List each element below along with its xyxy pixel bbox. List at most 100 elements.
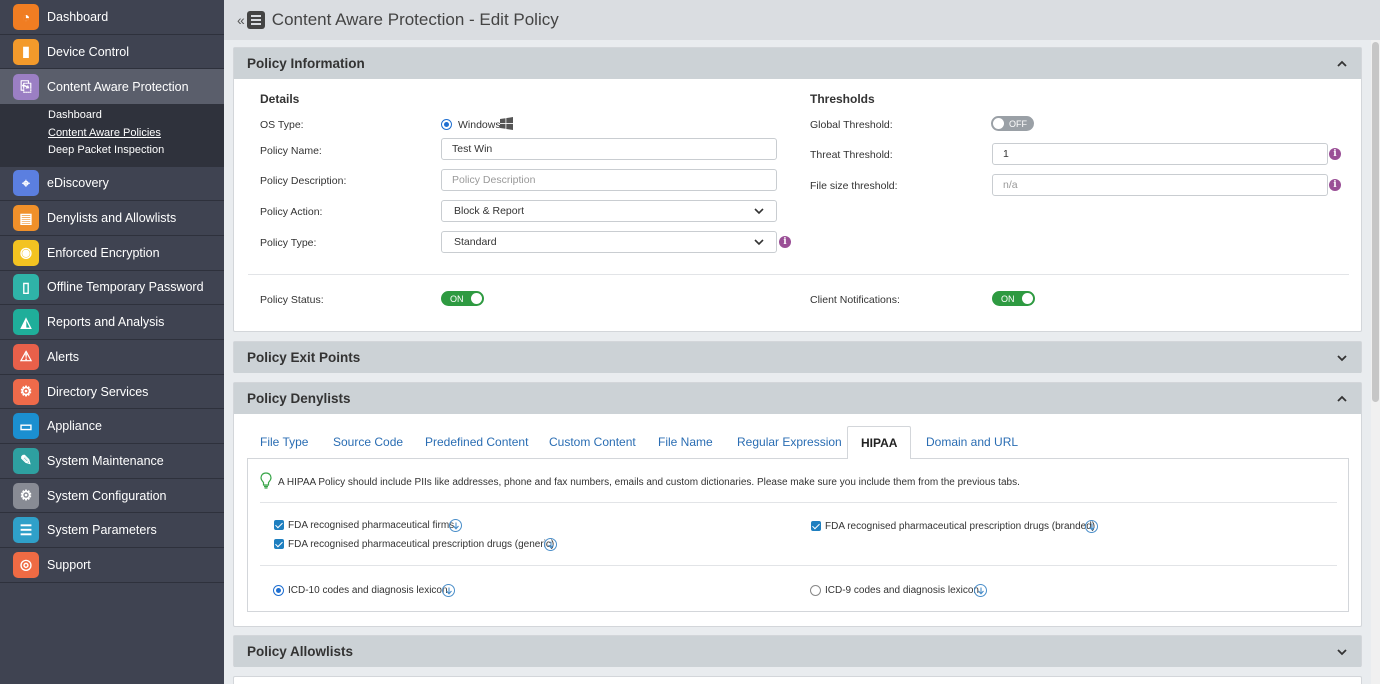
sidebar-item-alerts[interactable]: ⚠ Alerts xyxy=(0,340,224,375)
appliance-icon: ▭ xyxy=(13,413,39,440)
checkbox-fda-branded[interactable] xyxy=(811,521,821,531)
tab-source-code[interactable]: Source Code xyxy=(320,426,416,458)
encryption-icon: ◉ xyxy=(13,239,39,266)
chevron-down-icon[interactable] xyxy=(1335,351,1349,365)
alerts-icon: ⚠ xyxy=(13,343,39,370)
lightbulb-icon xyxy=(260,472,272,489)
toggle-state: OFF xyxy=(1009,118,1027,129)
sidebar-item-system-parameters[interactable]: ☰ System Parameters xyxy=(0,513,224,549)
chevron-down-icon xyxy=(754,239,764,246)
toggle-knob xyxy=(471,293,482,304)
sidebar-item-offline-password[interactable]: ▯ Offline Temporary Password xyxy=(0,271,224,306)
content-aware-icon: ⎘ xyxy=(13,73,39,100)
file-size-threshold-input[interactable] xyxy=(992,174,1328,196)
sidebar-item-label: Appliance xyxy=(47,419,102,434)
tab-custom-content[interactable]: Custom Content xyxy=(536,426,649,458)
policy-action-select[interactable]: Block & Report xyxy=(441,200,777,222)
divider xyxy=(260,565,1337,566)
tab-predefined-content[interactable]: Predefined Content xyxy=(412,426,541,458)
sidebar-item-label: Enforced Encryption xyxy=(47,245,160,260)
download-icon[interactable] xyxy=(449,519,462,532)
policy-exit-points-header[interactable]: Policy Exit Points xyxy=(234,342,1361,373)
tab-file-name[interactable]: File Name xyxy=(645,426,726,458)
panel-title: Policy Information xyxy=(247,56,365,71)
directory-icon: ⚙ xyxy=(13,378,39,405)
sidebar-item-device-control[interactable]: ▮ Device Control xyxy=(0,35,224,70)
divider xyxy=(248,274,1349,275)
sidebar-item-support[interactable]: ◎ Support xyxy=(0,548,224,583)
sidebar-item-denylists[interactable]: ▤ Denylists and Allowlists xyxy=(0,201,224,236)
submenu-deep-packet-inspection[interactable]: Deep Packet Inspection xyxy=(0,142,224,160)
chevron-down-icon[interactable] xyxy=(1335,645,1349,659)
submenu-content-aware-policies[interactable]: Content Aware Policies xyxy=(0,125,224,143)
checkbox-fda-generic[interactable] xyxy=(274,539,284,549)
policy-status-label: Policy Status: xyxy=(260,294,324,306)
sidebar-item-label: Alerts xyxy=(47,349,79,364)
policy-description-input[interactable] xyxy=(441,169,777,191)
submenu-dashboard[interactable]: Dashboard xyxy=(0,107,224,125)
tab-file-type[interactable]: File Type xyxy=(247,426,321,458)
sidebar-item-label: Support xyxy=(47,557,91,572)
os-type-windows-radio[interactable] xyxy=(441,119,452,130)
threat-threshold-info-icon[interactable]: i xyxy=(1329,148,1341,160)
checkbox-fda-generic-label: FDA recognised pharmaceutical prescripti… xyxy=(288,539,555,550)
tab-domain-and-url[interactable]: Domain and URL xyxy=(913,426,1031,458)
download-icon[interactable] xyxy=(544,538,557,551)
download-icon[interactable] xyxy=(974,584,987,597)
policy-status-toggle[interactable]: ON xyxy=(441,291,484,306)
denylists-icon: ▤ xyxy=(13,205,39,232)
sidebar-item-system-configuration[interactable]: ⚙ System Configuration xyxy=(0,479,224,514)
scrollbar[interactable] xyxy=(1371,40,1380,684)
thresholds-title: Thresholds xyxy=(810,92,875,106)
tab-regular-expression[interactable]: Regular Expression xyxy=(724,426,855,458)
file-size-threshold-info-icon[interactable]: i xyxy=(1329,179,1341,191)
next-panel-edge xyxy=(233,676,1362,684)
policy-name-input[interactable] xyxy=(441,138,777,160)
policy-type-info-icon[interactable]: i xyxy=(779,236,791,248)
collapse-sidebar-icon[interactable]: « xyxy=(237,12,245,28)
radio-icd10-label: ICD-10 codes and diagnosis lexicon xyxy=(288,585,448,596)
policy-denylists-header[interactable]: Policy Denylists xyxy=(234,383,1361,414)
sidebar-item-dashboard[interactable]: ◔ Dashboard xyxy=(0,0,224,35)
sidebar-item-directory-services[interactable]: ⚙ Directory Services xyxy=(0,375,224,410)
sidebar-item-content-aware-protection[interactable]: ⎘ Content Aware Protection xyxy=(0,69,224,105)
chevron-up-icon[interactable] xyxy=(1335,57,1349,71)
sidebar-item-label: System Parameters xyxy=(47,523,157,538)
sidebar-item-label: System Maintenance xyxy=(47,453,164,468)
policy-allowlists-header[interactable]: Policy Allowlists xyxy=(234,636,1361,667)
maintenance-icon: ✎ xyxy=(13,447,39,474)
sidebar-item-system-maintenance[interactable]: ✎ System Maintenance xyxy=(0,444,224,479)
os-type-label: OS Type: xyxy=(260,119,304,131)
checkbox-fda-firms-label: FDA recognised pharmaceutical firms xyxy=(288,520,455,531)
threat-threshold-input[interactable] xyxy=(992,143,1328,165)
sidebar-item-label: Reports and Analysis xyxy=(47,315,165,330)
sidebar-item-label: Directory Services xyxy=(47,384,149,399)
radio-icd9[interactable] xyxy=(810,585,821,596)
sidebar-item-encryption[interactable]: ◉ Enforced Encryption xyxy=(0,236,224,271)
client-notifications-toggle[interactable]: ON xyxy=(992,291,1035,306)
policy-information-header[interactable]: Policy Information xyxy=(234,48,1361,79)
scrollbar-thumb[interactable] xyxy=(1372,42,1379,402)
page-header: « Content Aware Protection - Edit Policy xyxy=(224,0,1380,40)
download-icon[interactable] xyxy=(442,584,455,597)
chevron-down-icon xyxy=(754,208,764,215)
sidebar-item-label: Offline Temporary Password xyxy=(47,280,204,295)
page-title: Content Aware Protection - Edit Policy xyxy=(271,10,559,29)
os-type-windows-label: Windows xyxy=(458,119,501,131)
panel-title: Policy Exit Points xyxy=(247,350,361,365)
radio-icd10[interactable] xyxy=(273,585,284,596)
hipaa-hint: A HIPAA Policy should include PIIs like … xyxy=(278,477,1020,488)
tab-hipaa[interactable]: HIPAA xyxy=(847,426,912,459)
offline-password-icon: ▯ xyxy=(13,274,39,301)
sidebar-item-reports[interactable]: ◭ Reports and Analysis xyxy=(0,305,224,340)
global-threshold-toggle[interactable]: OFF xyxy=(991,116,1034,131)
policy-allowlists-panel: Policy Allowlists xyxy=(233,635,1362,667)
checkbox-fda-firms[interactable] xyxy=(274,520,284,530)
chevron-up-icon[interactable] xyxy=(1335,392,1349,406)
toggle-state: ON xyxy=(450,293,464,304)
policy-description-label: Policy Description: xyxy=(260,175,347,187)
sidebar-item-appliance[interactable]: ▭ Appliance xyxy=(0,409,224,445)
download-icon[interactable] xyxy=(1085,520,1098,533)
sidebar-item-ediscovery[interactable]: ⌖ eDiscovery xyxy=(0,167,224,202)
policy-type-select[interactable]: Standard xyxy=(441,231,777,253)
